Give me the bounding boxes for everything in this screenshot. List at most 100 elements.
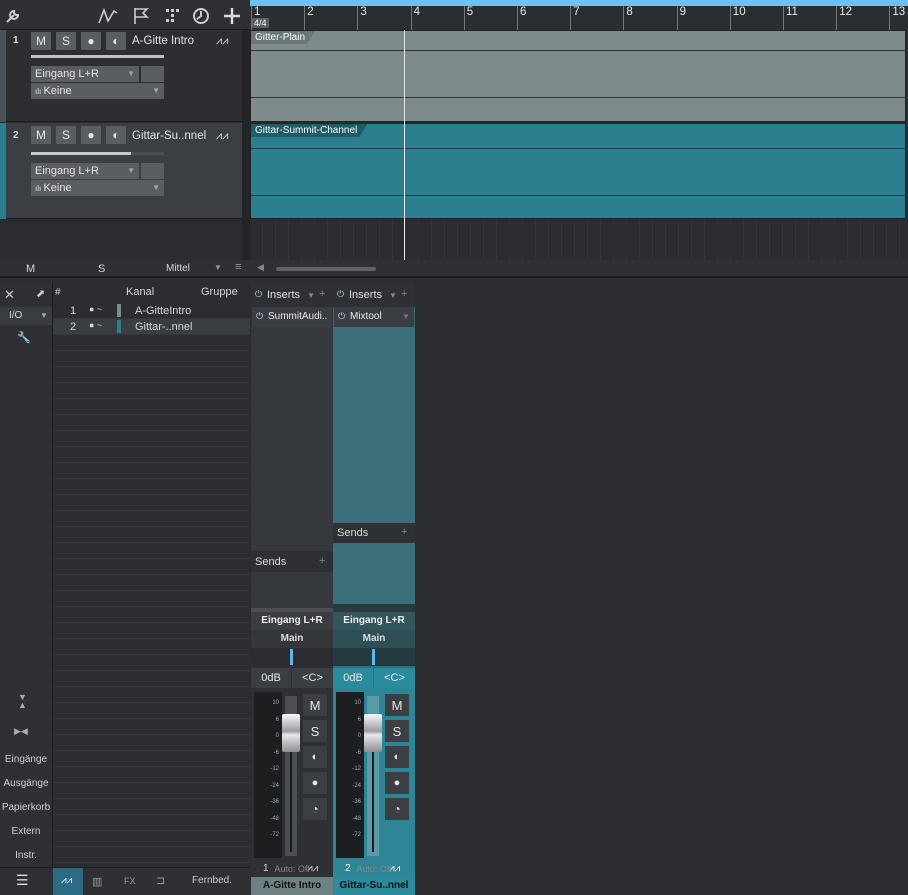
- inputs-button[interactable]: Eingänge: [0, 754, 52, 765]
- input-routing[interactable]: Eingang L+R: [251, 612, 333, 630]
- solo-button[interactable]: S: [303, 720, 327, 742]
- mixer-tab[interactable]: ⩘⩘: [53, 868, 83, 895]
- automation-knob-icon[interactable]: ◔: [385, 798, 409, 820]
- marker-flag-icon[interactable]: [130, 5, 152, 27]
- input-select[interactable]: Eingang L+R ▼: [31, 66, 139, 82]
- chevron-down-icon[interactable]: ▼: [307, 291, 315, 300]
- sends-header[interactable]: Sends +: [333, 523, 415, 543]
- solo-button[interactable]: S: [56, 32, 76, 50]
- track-volume-slider[interactable]: [31, 152, 164, 155]
- close-icon[interactable]: ✕: [4, 287, 15, 303]
- volume-fader[interactable]: [282, 714, 300, 752]
- channel-name[interactable]: A-Gitte Intro: [251, 877, 333, 895]
- inserts-header[interactable]: ⏻ Inserts ▼ +: [251, 283, 333, 307]
- add-insert-icon[interactable]: +: [319, 288, 325, 300]
- collapse-horizontal-icon[interactable]: ▶◀: [14, 726, 28, 737]
- trash-button[interactable]: Papierkorb: [0, 802, 52, 813]
- fx-tab[interactable]: FX: [124, 876, 136, 886]
- track-2[interactable]: 2 M S ● ◐ Gittar-Su..nnel ⩘⩘ Eingang L+R…: [0, 123, 242, 219]
- automation-knob-icon[interactable]: ◔: [303, 798, 327, 820]
- track-1[interactable]: 1 M S ● ◐ A-Gitte Intro ⩘⩘ Eingang L+R ▼ …: [0, 30, 242, 122]
- add-send-icon[interactable]: +: [319, 555, 325, 567]
- output-routing[interactable]: Main: [333, 630, 415, 648]
- pan-readout[interactable]: <C>: [292, 668, 333, 688]
- chevron-down-icon[interactable]: ▼: [402, 312, 410, 321]
- wrench-icon[interactable]: [2, 5, 24, 27]
- output-select[interactable]: ılı Keine ▼: [31, 180, 164, 196]
- power-icon[interactable]: ⏻: [338, 311, 345, 322]
- output-routing[interactable]: Main: [251, 630, 333, 648]
- outputs-button[interactable]: Ausgänge: [0, 778, 52, 789]
- visibility-icon[interactable]: ● ~: [89, 304, 102, 314]
- record-button[interactable]: ●: [303, 772, 327, 794]
- sends-header[interactable]: Sends +: [251, 552, 333, 572]
- solo-all-button[interactable]: S: [98, 263, 105, 275]
- solo-button[interactable]: S: [385, 720, 409, 742]
- external-button[interactable]: Extern: [0, 826, 52, 837]
- track-name[interactable]: A-Gitte Intro: [132, 35, 194, 47]
- menu-icon[interactable]: ≡: [235, 261, 241, 273]
- monitor-button[interactable]: ◐: [106, 32, 126, 50]
- grid-icon[interactable]: [161, 5, 183, 27]
- remote-button[interactable]: Fernbed.: [192, 875, 232, 886]
- input-select[interactable]: Eingang L+R ▼: [31, 163, 139, 179]
- wrench-icon[interactable]: 🔧: [17, 331, 31, 344]
- volume-readout[interactable]: 0dB: [251, 668, 291, 688]
- add-send-icon[interactable]: +: [401, 526, 407, 538]
- output-select[interactable]: ılı Keine ▼: [31, 83, 164, 99]
- monitor-button[interactable]: ◐: [106, 126, 126, 144]
- automation-mode[interactable]: Auto: Off: [251, 864, 333, 874]
- list-item[interactable]: 2 ● ~ Gittar-..nnel: [53, 319, 250, 335]
- timeline-ruler[interactable]: 4/4 1 2 3 4 5 6 7 8 9 10 11 12 13: [250, 0, 908, 30]
- keyboard-icon[interactable]: ▥: [92, 875, 102, 888]
- mute-button[interactable]: M: [31, 126, 51, 144]
- mute-button[interactable]: M: [31, 32, 51, 50]
- mute-all-button[interactable]: M: [26, 263, 35, 275]
- audio-clip-1[interactable]: Gitter-Plain: [250, 30, 907, 122]
- pan-slider[interactable]: [333, 648, 415, 666]
- chevron-down-icon[interactable]: ▼: [389, 291, 397, 300]
- channel-name[interactable]: Gittar-Su..nnel: [333, 877, 415, 895]
- collapse-vertical-icon[interactable]: ▼ ▲: [18, 693, 27, 710]
- volume-readout[interactable]: 0dB: [333, 668, 373, 688]
- power-icon[interactable]: ⏻: [256, 311, 263, 322]
- solo-button[interactable]: S: [56, 126, 76, 144]
- clock-icon[interactable]: [190, 5, 212, 27]
- insert-slot[interactable]: ⏻ Mixtool ▼: [334, 307, 414, 327]
- track-height-select[interactable]: Mittel: [166, 263, 190, 274]
- add-track-icon[interactable]: [221, 5, 243, 27]
- pan-readout[interactable]: <C>: [374, 668, 415, 688]
- visibility-icon[interactable]: ● ~: [89, 320, 102, 330]
- mute-button[interactable]: M: [303, 694, 327, 716]
- power-icon[interactable]: ⏻: [255, 289, 262, 300]
- scroll-left-icon[interactable]: ◀: [257, 262, 264, 273]
- inserts-header[interactable]: ⏻ Inserts ▼ +: [333, 283, 415, 307]
- audio-clip-2[interactable]: Gittar-Summit-Channel: [250, 123, 907, 219]
- playhead[interactable]: [404, 30, 405, 260]
- expand-icon[interactable]: ⬈: [36, 287, 45, 300]
- volume-fader[interactable]: [364, 714, 382, 752]
- horizontal-scrollbar[interactable]: [276, 267, 376, 271]
- track-scrollbar[interactable]: [242, 30, 250, 260]
- insert-slot[interactable]: ⏻ SummitAudi..: [252, 307, 332, 327]
- list-view-icon[interactable]: ☰: [0, 868, 52, 895]
- monitor-button[interactable]: ◐: [303, 746, 327, 768]
- record-button[interactable]: ●: [81, 126, 101, 144]
- add-insert-icon[interactable]: +: [401, 288, 407, 300]
- arrange-view[interactable]: Gitter-Plain Gittar-Summit-Channel: [250, 30, 908, 260]
- instruments-button[interactable]: Instr.: [0, 850, 52, 861]
- link-icon[interactable]: [141, 66, 164, 82]
- pan-slider[interactable]: [251, 648, 333, 666]
- routing-icon[interactable]: ⊐: [156, 874, 165, 887]
- automation-icon[interactable]: [97, 5, 119, 27]
- io-select[interactable]: I/O ▼: [0, 307, 52, 325]
- input-routing[interactable]: Eingang L+R: [333, 612, 415, 630]
- record-button[interactable]: ●: [385, 772, 409, 794]
- track-name[interactable]: Gittar-Su..nnel: [132, 130, 206, 142]
- link-icon[interactable]: [141, 163, 164, 179]
- automation-mode[interactable]: Auto: Off: [333, 864, 415, 874]
- track-volume-slider[interactable]: [31, 55, 164, 58]
- mute-button[interactable]: M: [385, 694, 409, 716]
- record-button[interactable]: ●: [81, 32, 101, 50]
- monitor-button[interactable]: ◐: [385, 746, 409, 768]
